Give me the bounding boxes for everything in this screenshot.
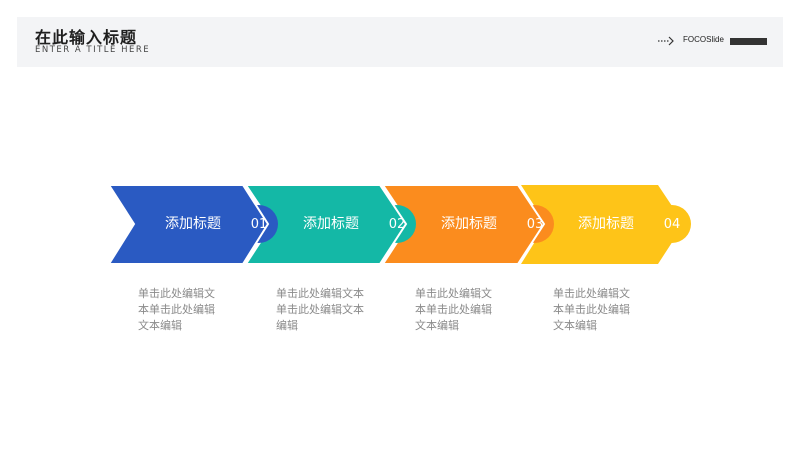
step-4-description[interactable]: 单击此处编辑文本单击此处编辑文本编辑 [553,286,633,334]
step-3-number: 03 [526,217,544,232]
process-diagram: 添加标题 01 添加标题 02 添加标题 03 添加标题 04 单击此处编辑文本… [0,0,800,450]
step-1-description[interactable]: 单击此处编辑文本单击此处编辑文本编辑 [138,286,218,334]
step-2-title[interactable]: 添加标题 [281,215,381,233]
step-3-title[interactable]: 添加标题 [419,215,519,233]
step-2-number: 02 [388,217,406,232]
step-3-description[interactable]: 单击此处编辑文本单击此处编辑文本编辑 [415,286,495,334]
step-2-description[interactable]: 单击此处编辑文本单击此处编辑文本编辑 [276,286,368,334]
step-4-number: 04 [663,217,681,232]
step-1-number: 01 [250,217,268,232]
step-1-title[interactable]: 添加标题 [143,215,243,233]
step-4-title[interactable]: 添加标题 [556,215,656,233]
